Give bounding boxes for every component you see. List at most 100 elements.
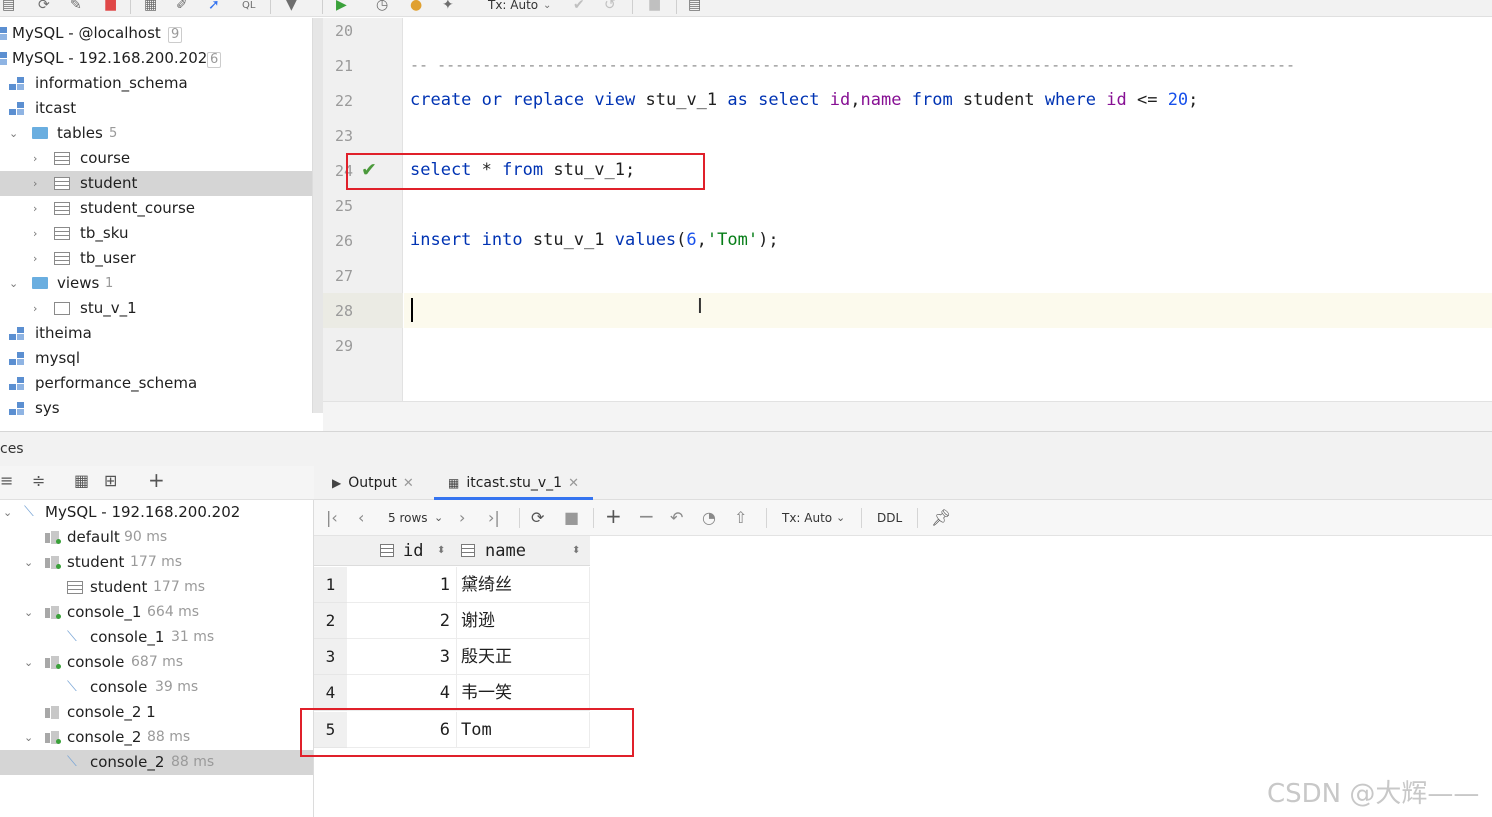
properties-icon[interactable]: ▤: [2, 0, 15, 13]
chevron-right-icon[interactable]: ›: [33, 221, 37, 246]
svc-item-session[interactable]: ⌄ console_1 664 ms: [0, 600, 313, 625]
svc-item-session[interactable]: ⌄ console 687 ms: [0, 650, 313, 675]
jump-icon[interactable]: ➚: [208, 0, 220, 13]
edit-schema-icon[interactable]: ✎: [70, 0, 82, 13]
revert-icon[interactable]: ↶: [670, 508, 683, 527]
edit-icon[interactable]: ✐: [176, 0, 188, 13]
add-row-icon[interactable]: +: [605, 504, 622, 528]
tx-mode-dropdown[interactable]: Tx: Auto: [782, 511, 832, 525]
column-header-id[interactable]: id: [403, 536, 423, 566]
code-line-26[interactable]: insert into stu_v_1 values(6,'Tom');: [410, 230, 779, 250]
tree-item-folder-views[interactable]: ⌄ views 1: [0, 271, 313, 296]
cell-name[interactable]: 黛绮丝: [457, 567, 590, 603]
cell-id[interactable]: 4: [347, 675, 457, 711]
tree-item-schema[interactable]: itheima: [0, 321, 313, 346]
column-header-name[interactable]: name: [485, 536, 526, 566]
refresh-icon[interactable]: ⟳: [531, 508, 544, 527]
tree-item-folder-tables[interactable]: ⌄ tables 5: [0, 121, 313, 146]
stop-icon[interactable]: ■: [648, 0, 661, 13]
table-icon[interactable]: ▦: [144, 0, 157, 13]
run-icon[interactable]: ▶: [336, 0, 347, 13]
tree-item-schema[interactable]: information_schema: [0, 71, 313, 96]
tree-scrollbar[interactable]: [312, 18, 323, 413]
refresh-icon[interactable]: ⟳: [38, 0, 50, 13]
group-icon[interactable]: ▦: [74, 471, 89, 490]
chevron-right-icon[interactable]: ›: [33, 171, 37, 196]
submit-icon[interactable]: ⇧: [734, 508, 747, 527]
cell-name[interactable]: 谢逊: [457, 603, 590, 639]
table-row[interactable]: 1 1 黛绮丝: [314, 567, 590, 603]
pin-icon[interactable]: 📌︎: [931, 508, 951, 527]
new-session-icon[interactable]: ⊞: [104, 471, 117, 490]
profile-icon[interactable]: ●: [410, 0, 422, 13]
sql-icon[interactable]: QL: [242, 0, 255, 11]
cell-id[interactable]: 2: [347, 603, 457, 639]
svc-item-session[interactable]: ⌄ console_2 88 ms: [0, 725, 313, 750]
table-row[interactable]: 4 4 韦一笑: [314, 675, 590, 711]
svc-item-session[interactable]: ⌄ student 177 ms: [0, 550, 313, 575]
tree-item-connection-remote[interactable]: MySQL - 192.168.200.202 6: [0, 46, 313, 71]
preview-icon[interactable]: ◔: [702, 508, 716, 527]
tree-item-table[interactable]: › student_course: [0, 196, 313, 221]
sql-editor[interactable]: 20 21 22 23 24 25 26 27 28 29 -- -------…: [323, 18, 1492, 401]
close-icon[interactable]: ✕: [403, 476, 414, 491]
chevron-down-icon[interactable]: ⌄: [836, 511, 845, 524]
svc-item-console-selected[interactable]: ⟍ console_2 88 ms: [0, 750, 313, 775]
history-icon[interactable]: ◷: [376, 0, 388, 13]
sort-icon[interactable]: ⬍: [572, 536, 580, 566]
prev-page-icon[interactable]: ‹: [358, 508, 364, 527]
tab-output[interactable]: ▶ Output ✕: [332, 466, 414, 500]
tab-stu-v-1[interactable]: ▦ itcast.stu_v_1 ✕: [434, 466, 593, 500]
last-page-icon[interactable]: ›|: [488, 508, 500, 527]
add-icon[interactable]: +: [148, 468, 165, 492]
tree-item-table-selected[interactable]: › student: [0, 171, 313, 196]
rollback-icon[interactable]: ↺: [604, 0, 616, 13]
chevron-down-icon[interactable]: ⌄: [24, 650, 33, 675]
stop-icon[interactable]: ■: [104, 0, 117, 13]
tree-item-schema[interactable]: itcast: [0, 96, 313, 121]
close-icon[interactable]: ✕: [568, 476, 579, 491]
settings-icon[interactable]: ✦: [442, 0, 454, 13]
cell-id[interactable]: 1: [347, 567, 457, 603]
remove-row-icon[interactable]: −: [638, 504, 655, 528]
rows-count-dropdown[interactable]: 5 rows: [388, 511, 428, 525]
first-page-icon[interactable]: |‹: [326, 508, 338, 527]
tree-item-table[interactable]: › tb_sku: [0, 221, 313, 246]
chevron-right-icon[interactable]: ›: [33, 146, 37, 171]
chevron-down-icon[interactable]: ⌄: [24, 550, 33, 575]
svc-item-session[interactable]: console_2 1: [0, 700, 313, 725]
chevron-down-icon[interactable]: ⌄: [9, 121, 18, 146]
chevron-right-icon[interactable]: ›: [33, 246, 37, 271]
chevron-down-icon[interactable]: ⌄: [3, 500, 12, 525]
svc-item-connection[interactable]: ⌄ ⟍ MySQL - 192.168.200.202: [0, 500, 313, 525]
commit-icon[interactable]: ✔: [573, 0, 585, 13]
sort-icon[interactable]: ⬍: [437, 536, 445, 566]
chevron-down-icon[interactable]: ⌄: [24, 725, 33, 750]
svc-item-console[interactable]: ⟍ console 39 ms: [0, 675, 313, 700]
tree-item-connection-localhost[interactable]: MySQL - @localhost 9: [0, 21, 313, 46]
chevron-down-icon[interactable]: ⌄: [434, 511, 443, 524]
tree-item-table[interactable]: › tb_user: [0, 246, 313, 271]
tree-item-schema[interactable]: mysql: [0, 346, 313, 371]
code-line-21-comment[interactable]: -- -------------------------------------…: [410, 56, 1295, 74]
table-row[interactable]: 2 2 谢逊: [314, 603, 590, 639]
tree-item-schema[interactable]: sys: [0, 396, 313, 421]
filter-icon[interactable]: ▼: [286, 0, 297, 13]
code-line-22[interactable]: create or replace view stu_v_1 as select…: [410, 90, 1198, 110]
cell-id[interactable]: 3: [347, 639, 457, 675]
svc-item-console[interactable]: ⟍ console_1 31 ms: [0, 625, 313, 650]
chevron-right-icon[interactable]: ›: [33, 296, 37, 321]
chevron-down-icon[interactable]: ⌄: [24, 600, 33, 625]
tx-mode-dropdown[interactable]: Tx: Auto: [488, 0, 538, 12]
svc-item-session[interactable]: default 90 ms: [0, 525, 313, 550]
chevron-down-icon[interactable]: ⌄: [9, 271, 18, 296]
svc-item-result[interactable]: student 177 ms: [0, 575, 313, 600]
tree-item-view[interactable]: › stu_v_1: [0, 296, 313, 321]
cell-name[interactable]: 殷天正: [457, 639, 590, 675]
expand-all-icon[interactable]: ≡: [0, 471, 13, 490]
cell-name[interactable]: 韦一笑: [457, 675, 590, 711]
grid-icon[interactable]: ▤: [688, 0, 701, 13]
chevron-down-icon[interactable]: ⌄: [543, 0, 551, 11]
ddl-button[interactable]: DDL: [877, 511, 902, 525]
next-page-icon[interactable]: ›: [459, 508, 465, 527]
